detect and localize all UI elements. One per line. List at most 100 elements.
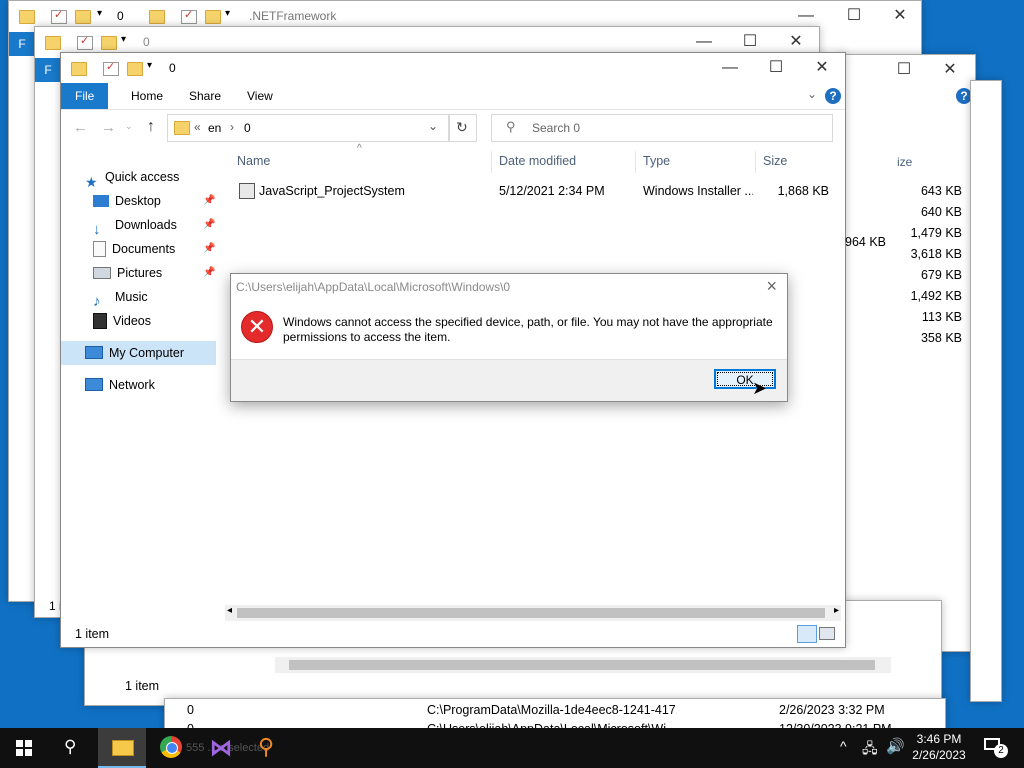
tab-file[interactable]: File [61, 83, 109, 109]
details-view-icon[interactable] [797, 625, 817, 643]
quick-access-dropdown[interactable]: ▾ [97, 8, 102, 19]
taskbar-file-explorer[interactable] [98, 728, 146, 768]
desktop-icon [93, 194, 109, 207]
sort-arrow-icon: ^ [357, 143, 362, 154]
recent-locations-icon[interactable]: ⌄ [125, 121, 133, 132]
search-button[interactable]: ⚲ [48, 728, 96, 768]
column-header-size: ize [897, 155, 913, 169]
column-header-type[interactable]: Type [643, 149, 670, 173]
show-hidden-icons-icon[interactable]: ^ [840, 738, 847, 754]
nav-label: Network [109, 378, 155, 392]
horizontal-scrollbar[interactable] [275, 657, 891, 673]
help-icon[interactable]: ? [825, 88, 841, 104]
nav-downloads[interactable]: ↓ Downloads [93, 213, 177, 238]
size-cell: 640 KB [920, 205, 962, 219]
maximize-button[interactable]: ☐ [881, 55, 927, 85]
breadcrumb-en[interactable]: en [208, 121, 221, 135]
tab-share[interactable]: Share [175, 83, 235, 109]
large-icons-view-icon[interactable] [819, 627, 835, 640]
address-bar[interactable]: « en › 0 ⌄ [167, 114, 449, 142]
pin-icon[interactable]: 📌 [203, 243, 215, 254]
document-icon [93, 240, 106, 257]
maximize-button[interactable]: ☐ [753, 53, 799, 83]
properties-icon[interactable] [103, 60, 119, 76]
up-icon[interactable]: ↑ [147, 118, 155, 136]
nav-label: My Computer [109, 346, 185, 360]
clock[interactable]: 3:46 PM 2/26/2023 [904, 731, 974, 763]
scrollbar-thumb[interactable] [237, 608, 825, 618]
breadcrumb-0[interactable]: 0 [244, 121, 251, 135]
tab-home[interactable]: Home [117, 83, 177, 109]
new-folder-icon [75, 10, 91, 24]
window-title: 0 [143, 35, 150, 49]
volume-icon[interactable]: 🔊 [886, 737, 905, 755]
size-cell: 113 KB [921, 310, 962, 324]
close-button[interactable]: ✕ [927, 55, 973, 85]
pin-icon[interactable]: 📌 [203, 219, 215, 230]
back-icon[interactable]: ← [73, 119, 88, 136]
dialog-footer: OK [231, 359, 787, 401]
column-divider[interactable] [635, 151, 636, 173]
tab-file[interactable]: F [9, 32, 35, 56]
file-size: 1,868 KB [777, 184, 829, 198]
nav-network[interactable]: Network [85, 373, 155, 397]
forward-icon[interactable]: → [101, 119, 116, 136]
nav-documents[interactable]: Documents [93, 237, 175, 261]
dialog-close-button[interactable]: × [766, 276, 777, 297]
address-dropdown-icon[interactable]: ⌄ [428, 119, 438, 133]
nav-quick-access[interactable]: ★ Quick access [85, 165, 179, 190]
taskbar-chrome[interactable] [148, 728, 196, 768]
column-header-name[interactable]: Name [237, 149, 270, 173]
quick-access-dropdown[interactable]: ▾ [121, 34, 126, 45]
tab-view[interactable]: View [233, 83, 287, 109]
pin-icon[interactable]: 📌 [203, 195, 215, 206]
windows-logo-icon [16, 740, 32, 756]
nav-music[interactable]: ♪ Music [93, 285, 148, 310]
nav-label: Desktop [115, 194, 161, 208]
minimize-button[interactable]: — [707, 53, 753, 83]
search-box[interactable]: ⚲ Search 0 [491, 114, 833, 142]
expand-ribbon-icon[interactable]: ⌄ [807, 87, 817, 101]
error-icon: ✕ [241, 311, 273, 343]
refresh-button[interactable]: ↻ [449, 114, 477, 142]
size-cell: 964 KB [845, 235, 887, 249]
start-button[interactable] [0, 728, 48, 768]
scroll-right-icon[interactable]: ▸ [834, 605, 839, 616]
network-icon[interactable]: 🖧 [862, 738, 878, 762]
scroll-left-icon[interactable]: ◂ [227, 605, 232, 616]
magnifier-app-icon: ⚲ [258, 734, 275, 759]
quick-access-dropdown[interactable]: ▾ [225, 8, 230, 19]
nav-label: Music [115, 290, 148, 304]
nav-desktop[interactable]: Desktop [93, 189, 161, 213]
folder-icon [149, 10, 165, 24]
column-divider[interactable] [491, 151, 492, 173]
maximize-button[interactable]: ☐ [831, 1, 877, 31]
taskbar-search-app[interactable]: ⚲ [246, 728, 294, 768]
new-folder-icon [205, 10, 221, 24]
close-button[interactable]: ✕ [799, 53, 845, 83]
address-overflow-chevron[interactable]: « [194, 120, 201, 134]
column-header-size[interactable]: Size [763, 149, 787, 173]
refresh-icon: ↻ [456, 119, 468, 135]
title-bar: ▾ 0 — ☐ ✕ [61, 53, 845, 83]
view-buttons [797, 625, 837, 643]
folder-icon [19, 10, 35, 24]
horizontal-scrollbar[interactable]: ◂ ▸ [225, 605, 841, 621]
column-divider[interactable] [755, 151, 756, 173]
nav-pictures[interactable]: Pictures [93, 261, 162, 285]
new-folder-icon[interactable] [127, 62, 143, 76]
nav-my-computer[interactable]: My Computer [61, 341, 216, 365]
nav-videos[interactable]: Videos [93, 309, 151, 333]
close-button[interactable]: ✕ [877, 1, 923, 31]
explorer-window-right-1: ☐ ✕ ? ize [840, 54, 976, 652]
mouse-cursor-icon: ➤ [752, 378, 768, 398]
column-header-date[interactable]: Date modified [499, 149, 576, 173]
quick-access-dropdown[interactable]: ▾ [147, 60, 152, 71]
pin-icon[interactable]: 📌 [203, 267, 215, 278]
taskbar-visual-studio[interactable]: ⋈ [198, 728, 246, 768]
action-center-button[interactable]: 2 [980, 736, 1010, 760]
table-row[interactable]: JavaScript_ProjectSystem 5/12/2021 2:34 … [235, 180, 835, 202]
search-input[interactable]: Search 0 [532, 121, 580, 135]
properties-icon [51, 8, 67, 24]
tab-file[interactable]: F [35, 58, 61, 82]
